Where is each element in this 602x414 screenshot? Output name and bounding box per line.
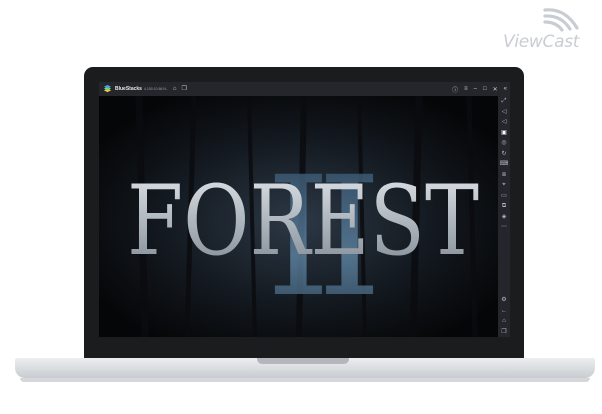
laptop-shadow <box>20 378 590 382</box>
fullscreen-icon[interactable]: ⤢ <box>502 96 507 107</box>
watermark-text: ViewCast <box>503 32 580 52</box>
forest-title-art: II FOREST <box>99 96 498 337</box>
folder-icon[interactable]: ▭ <box>501 191 507 202</box>
laptop-lid: BlueStacks 4.150.10.66 N.. ⌂ ❐ ⓘ ≡ – □ ✕… <box>84 67 524 358</box>
multi-instance-icon[interactable]: ❐ <box>182 82 187 96</box>
keyboard-icon[interactable]: ⌨ <box>500 159 509 170</box>
minimize-icon[interactable]: – <box>474 86 477 92</box>
shake-icon[interactable]: ⧈ <box>502 170 506 181</box>
media-icon[interactable]: ▣ <box>501 128 507 139</box>
collapse-sidebar-icon[interactable]: « <box>504 86 507 92</box>
back-icon[interactable]: ← <box>501 306 507 317</box>
maximize-icon[interactable]: □ <box>483 86 487 92</box>
laptop-screen: BlueStacks 4.150.10.66 N.. ⌂ ❐ ⓘ ≡ – □ ✕… <box>99 82 510 337</box>
close-icon[interactable]: ✕ <box>493 86 498 93</box>
viewcast-watermark: ViewCast <box>503 4 595 52</box>
app-version: 4.150.10.66 N.. <box>143 87 168 91</box>
wifi-arcs-icon <box>543 8 579 32</box>
layers-icon[interactable]: ◈ <box>502 212 507 223</box>
copy-icon[interactable]: ⧉ <box>502 201 506 212</box>
volume-down-icon[interactable]: ◁ <box>502 117 507 128</box>
home-nav-icon[interactable]: ⌂ <box>502 316 506 327</box>
menu-icon[interactable]: ≡ <box>464 86 468 92</box>
help-icon[interactable]: ⓘ <box>452 85 458 94</box>
bluestacks-sidebar: ⤢ ◁ ◁ ▣ ◎ ↻ ⌨ ⧈ ⌖ ▭ ⧉ ◈ ⋯ ⚙ ← ⌂ ❐ <box>498 96 510 337</box>
settings-icon[interactable]: ⚙ <box>501 295 506 306</box>
more-icon[interactable]: ⋯ <box>501 222 507 233</box>
app-title: BlueStacks <box>115 86 142 92</box>
game-title: FOREST <box>127 165 479 277</box>
rotate-icon[interactable]: ↻ <box>501 149 506 160</box>
home-icon[interactable]: ⌂ <box>173 82 177 96</box>
bluestacks-logo-icon <box>103 85 112 93</box>
location-icon[interactable]: ⌖ <box>502 180 505 191</box>
window-controls: ⓘ ≡ – □ ✕ « <box>446 82 507 96</box>
recent-apps-icon[interactable]: ❐ <box>501 327 506 338</box>
game-viewport[interactable]: II FOREST <box>99 96 498 337</box>
bluestacks-titlebar: BlueStacks 4.150.10.66 N.. ⌂ ❐ ⓘ ≡ – □ ✕… <box>99 82 510 96</box>
volume-up-icon[interactable]: ◁ <box>502 107 507 118</box>
screenshot-icon[interactable]: ◎ <box>501 138 506 149</box>
laptop-notch <box>257 358 349 364</box>
